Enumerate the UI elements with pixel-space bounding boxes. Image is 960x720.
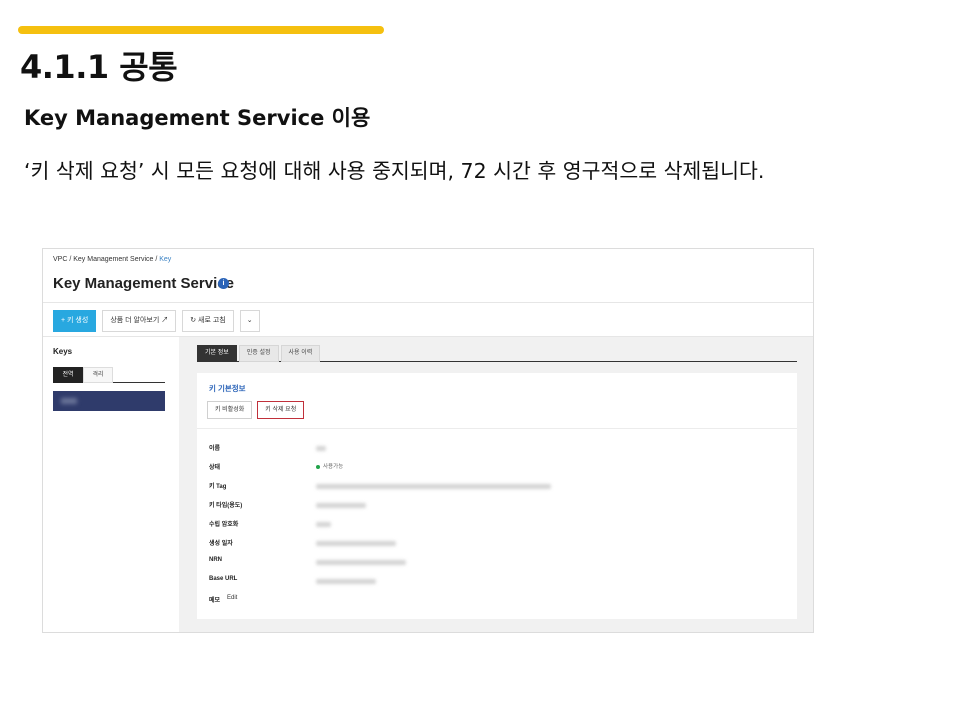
status-text: 사용가능 — [323, 464, 344, 470]
row-label: 이름 — [209, 446, 221, 452]
status-dot-icon — [316, 464, 320, 469]
tab-auth-settings[interactable]: 인증 설정 — [238, 345, 279, 362]
redacted-value — [316, 541, 396, 546]
detail-tabs: 기본 정보 인증 설정 사용 이력 — [197, 345, 797, 362]
tab-isolated[interactable]: 격리 — [83, 367, 113, 383]
refresh-button[interactable]: ↻ 새로 고침 — [182, 310, 234, 332]
breadcrumb-root[interactable]: VPC — [53, 256, 67, 263]
slide-title: 4.1.1 공통 — [20, 48, 178, 86]
row-label: 키 Tag — [209, 484, 227, 490]
info-row-created: 생성 일자 — [209, 538, 789, 550]
tab-basic-info[interactable]: 기본 정보 — [197, 345, 237, 362]
status-badge: 사용가능 — [316, 462, 343, 470]
redacted-value — [316, 579, 376, 584]
row-label: NRN — [209, 557, 222, 563]
redacted-value — [316, 522, 331, 527]
slide-description: ‘키 삭제 요청’ 시 모든 요청에 대해 사용 중지되며, 72 시간 후 영… — [24, 159, 765, 183]
redacted-value — [316, 503, 366, 508]
create-key-button[interactable]: + 키 생성 — [53, 310, 97, 332]
row-label: Base URL — [209, 576, 238, 582]
header-divider — [43, 302, 813, 303]
key-list-item-selected[interactable] — [53, 391, 165, 411]
info-row-key-tag: 키 Tag — [209, 481, 789, 493]
card-divider — [197, 428, 797, 429]
slide-subtitle: Key Management Service 이용 — [24, 106, 371, 130]
info-row-base-url: Base URL — [209, 576, 789, 588]
learn-more-button[interactable]: 상품 더 알아보기 ↗ — [102, 310, 177, 332]
keys-sidebar: Keys 전역 격리 — [43, 337, 179, 632]
info-row-name: 이름 — [209, 443, 789, 455]
row-label: 수립 암호화 — [209, 522, 239, 528]
keys-scope-tabs: 전역 격리 — [53, 367, 165, 383]
row-label: 상태 — [209, 465, 221, 471]
breadcrumb-current: Key — [159, 256, 172, 263]
row-label: 키 타입(용도) — [209, 503, 243, 509]
memo-edit-link[interactable]: Edit — [227, 595, 237, 601]
breadcrumb: VPC / Key Management Service / Key — [53, 256, 172, 263]
console-screenshot: VPC / Key Management Service / Key Key M… — [42, 248, 814, 633]
info-row-nrn: NRN — [209, 557, 789, 569]
chevron-down-icon[interactable]: ⌄ — [239, 310, 260, 332]
service-title: Key Management Service — [53, 275, 234, 292]
key-info-card: 키 기본정보 키 비활성화 키 삭제 요청 이름 상태 사용가능 키 Tag 키… — [197, 373, 797, 619]
info-row-memo: 메모 Edit — [209, 595, 789, 607]
breadcrumb-service[interactable]: Key Management Service — [73, 256, 153, 263]
redacted-value — [316, 446, 326, 451]
info-row-encryption: 수립 암호화 — [209, 519, 789, 531]
row-label: 메모 — [209, 598, 221, 604]
title-accent-bar — [18, 26, 384, 34]
disable-key-button[interactable]: 키 비활성화 — [207, 401, 253, 419]
redacted-key-name — [61, 398, 77, 404]
tab-usage-history[interactable]: 사용 이력 — [280, 345, 321, 362]
tab-global[interactable]: 전역 — [53, 367, 83, 383]
redacted-value — [316, 484, 551, 489]
card-actions: 키 비활성화 키 삭제 요청 — [207, 401, 305, 419]
info-icon[interactable]: i — [218, 278, 229, 289]
card-title: 키 기본정보 — [209, 384, 246, 393]
redacted-value — [316, 560, 406, 565]
keys-title: Keys — [53, 347, 73, 356]
row-label: 생성 일자 — [209, 541, 233, 547]
toolbar: + 키 생성 상품 더 알아보기 ↗ ↻ 새로 고침 ⌄ — [53, 310, 260, 332]
delete-key-request-button[interactable]: 키 삭제 요청 — [257, 401, 305, 419]
info-row-status: 상태 사용가능 — [209, 462, 789, 474]
info-row-key-type: 키 타입(용도) — [209, 500, 789, 512]
key-detail-pane: 기본 정보 인증 설정 사용 이력 키 기본정보 키 비활성화 키 삭제 요청 … — [179, 337, 813, 632]
